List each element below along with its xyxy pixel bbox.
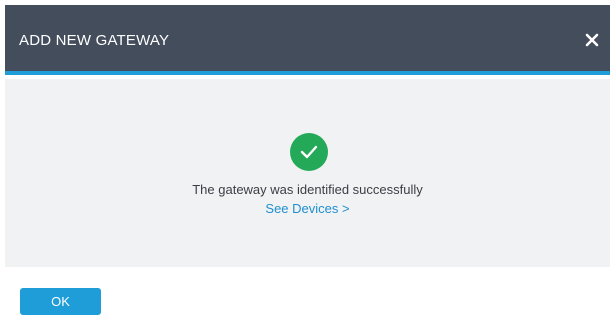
check-circle-icon: [290, 133, 328, 171]
close-icon[interactable]: [583, 31, 601, 49]
add-gateway-dialog: ADD NEW GATEWAY The gateway was identifi…: [0, 0, 610, 321]
dialog-body: The gateway was identified successfully …: [5, 79, 610, 267]
ok-button[interactable]: OK: [20, 288, 101, 315]
dialog-title: ADD NEW GATEWAY: [19, 32, 170, 49]
success-message: The gateway was identified successfully: [192, 182, 423, 197]
link-row: See Devices >: [5, 201, 610, 216]
dialog-header: ADD NEW GATEWAY: [5, 5, 610, 75]
see-devices-link[interactable]: See Devices >: [265, 201, 349, 216]
